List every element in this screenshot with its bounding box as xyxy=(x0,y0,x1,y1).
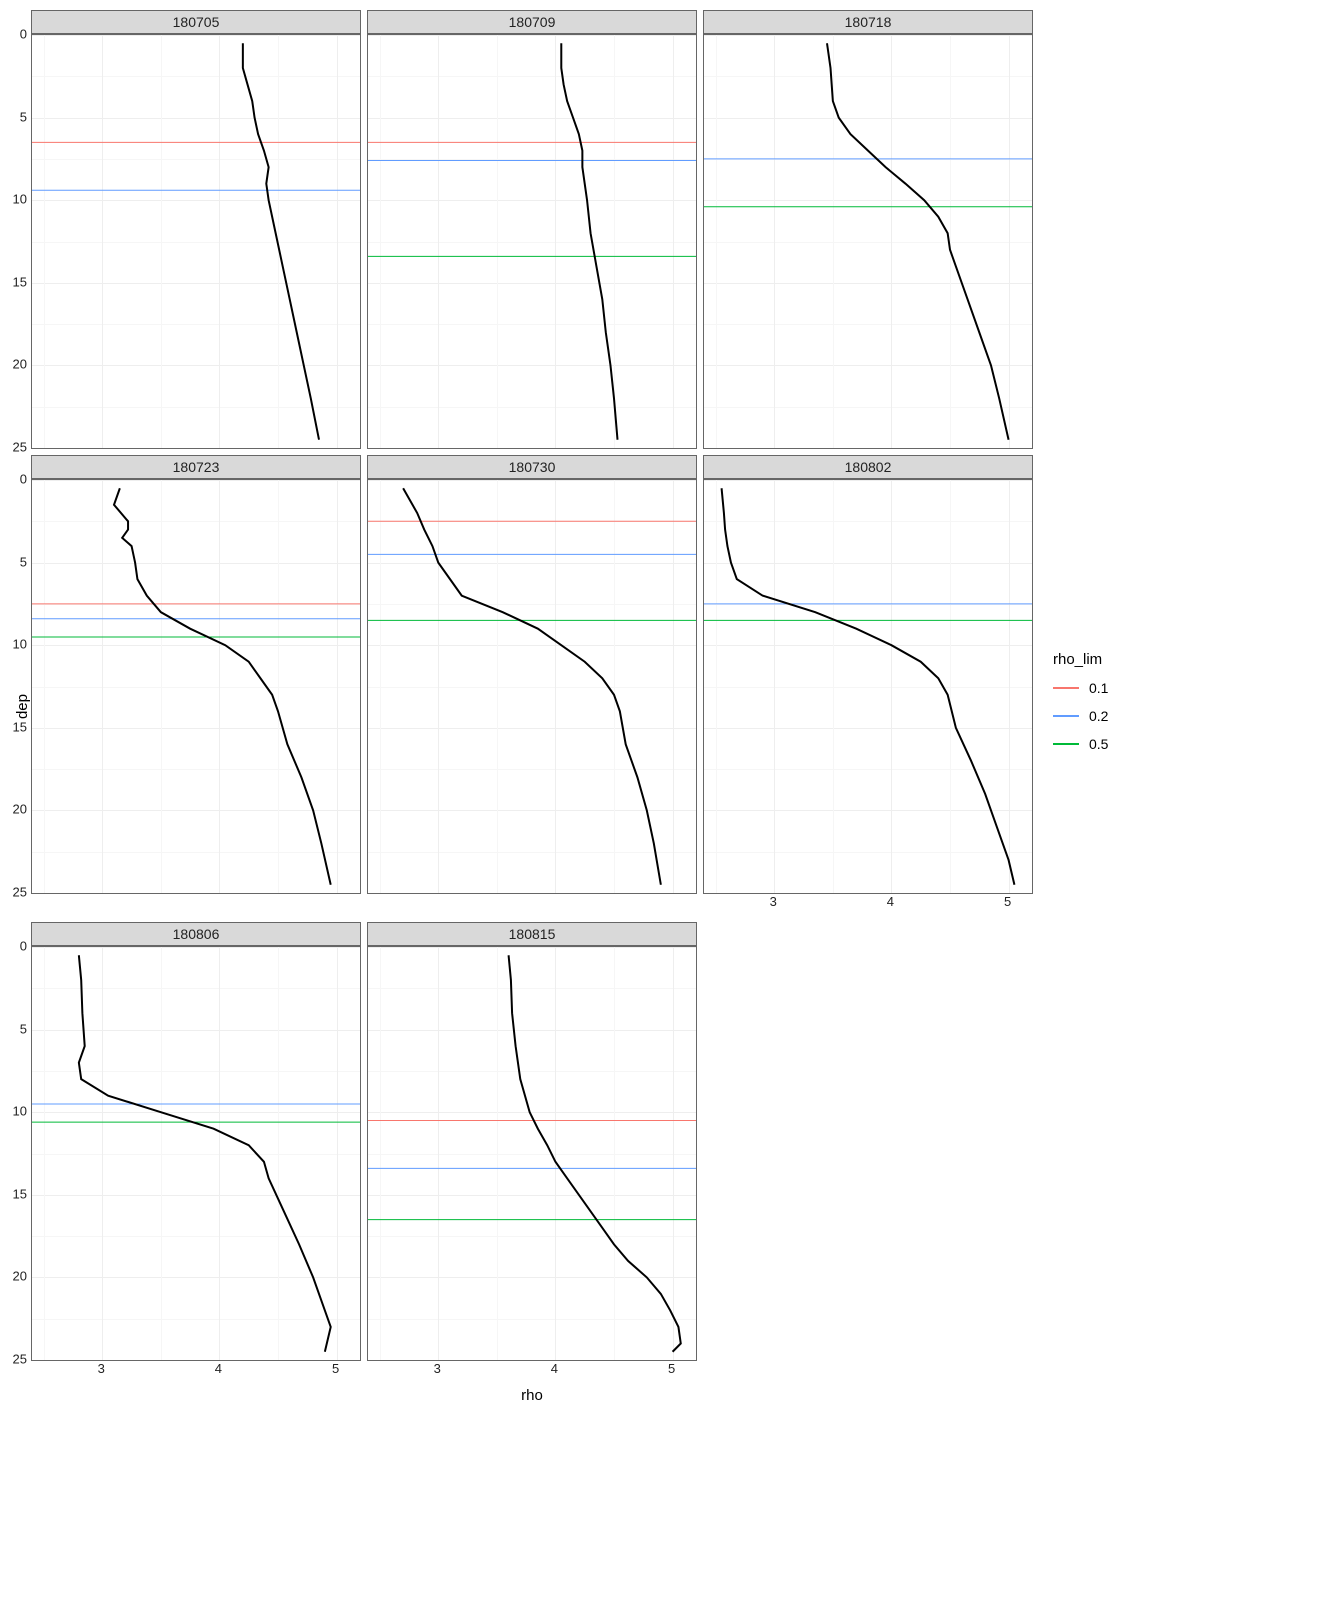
legend-label: 0.1 xyxy=(1089,680,1108,696)
y-ticks: 0510152025 xyxy=(0,479,29,894)
facet-panel: 180802 345 xyxy=(703,455,1033,916)
plot-area xyxy=(367,34,697,449)
legend-swatch xyxy=(1053,687,1079,689)
facet-grid: 1807050510152025180709180718 180723051015… xyxy=(31,10,1033,1383)
plot-area xyxy=(31,34,361,449)
plot-area xyxy=(703,34,1033,449)
facet-strip: 180806 xyxy=(31,922,361,946)
legend-item: 0.1 xyxy=(1053,680,1108,696)
facet-strip: 180815 xyxy=(367,922,697,946)
plot-area xyxy=(31,946,361,1361)
facet-panel: 180709 xyxy=(367,10,697,449)
plot-area xyxy=(367,946,697,1361)
figure: dep 180705051015202518070918071818072305… xyxy=(10,10,1334,1404)
facet-strip: 180802 xyxy=(703,455,1033,479)
y-ticks: 0510152025 xyxy=(0,946,29,1361)
x-ticks: 345 xyxy=(703,894,1033,916)
plot-area xyxy=(703,479,1033,894)
legend-item: 0.2 xyxy=(1053,708,1108,724)
facet-panel: 1807230510152025 xyxy=(31,455,361,916)
facet-strip: 180709 xyxy=(367,10,697,34)
facet-strip: 180705 xyxy=(31,10,361,34)
facet-strip: 180730 xyxy=(367,455,697,479)
x-ticks: 345 xyxy=(31,1361,361,1383)
x-axis-label: rho xyxy=(31,1383,1033,1404)
legend-swatch xyxy=(1053,743,1079,745)
legend: rho_lim 0.1 0.2 0.5 xyxy=(1033,651,1108,764)
y-ticks: 0510152025 xyxy=(0,34,29,449)
facet-panel: 180718 xyxy=(703,10,1033,449)
legend-label: 0.5 xyxy=(1089,736,1108,752)
facet-panel: 180815 345 xyxy=(367,922,697,1383)
legend-swatch xyxy=(1053,715,1079,717)
x-ticks: 345 xyxy=(367,1361,697,1383)
facet-panel: 1807050510152025 xyxy=(31,10,361,449)
legend-item: 0.5 xyxy=(1053,736,1108,752)
legend-title: rho_lim xyxy=(1053,651,1108,668)
facet-panel: 1808060510152025345 xyxy=(31,922,361,1383)
plot-area xyxy=(31,479,361,894)
facet-strip: 180718 xyxy=(703,10,1033,34)
facet-panel: 180730 xyxy=(367,455,697,916)
plot-area xyxy=(367,479,697,894)
legend-label: 0.2 xyxy=(1089,708,1108,724)
facet-strip: 180723 xyxy=(31,455,361,479)
